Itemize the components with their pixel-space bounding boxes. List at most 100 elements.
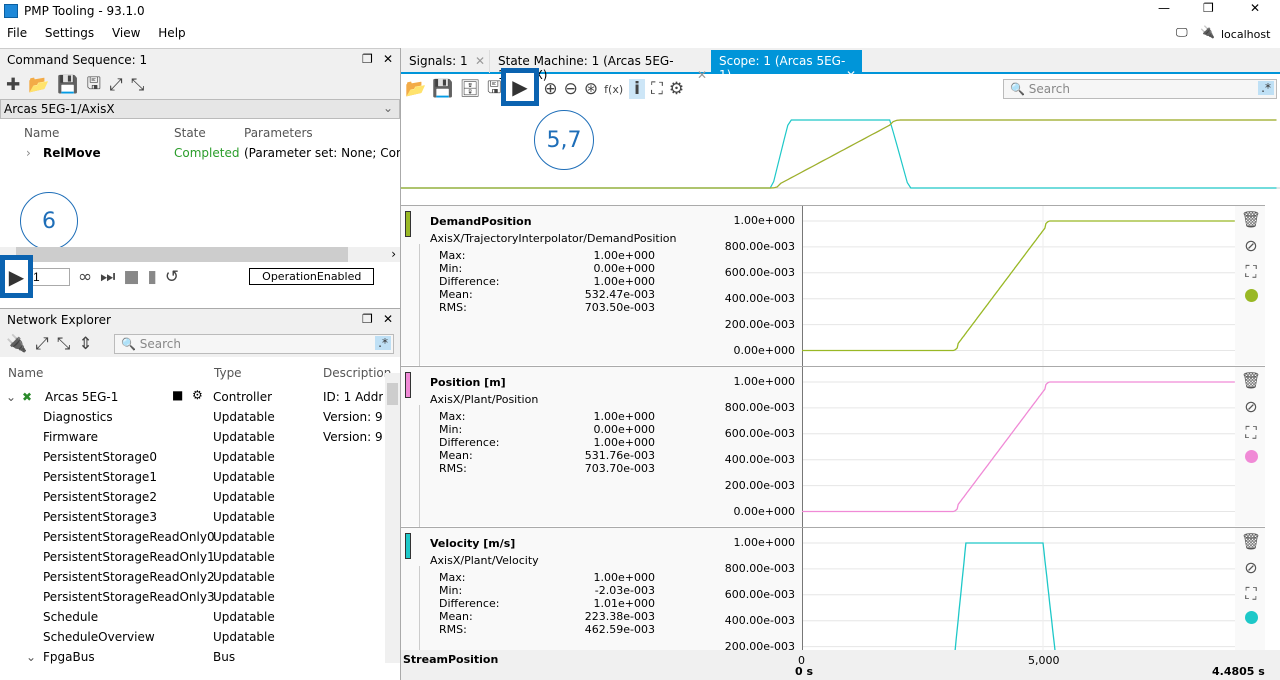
list-item[interactable]: PersistentStorage0 Updatable xyxy=(0,447,384,467)
signal-color-swatch[interactable] xyxy=(405,211,411,237)
save-all-icon[interactable]: 🗄 xyxy=(459,79,481,99)
overview-plot[interactable] xyxy=(401,104,1280,202)
function-icon[interactable]: f(x) xyxy=(604,83,623,96)
scope-search-input[interactable]: 🔍 Search .* xyxy=(1003,79,1277,99)
network-header: Name Type Description xyxy=(0,363,400,387)
add-icon[interactable]: ✚ xyxy=(6,75,20,95)
close-icon[interactable]: ✕ xyxy=(383,312,393,326)
info-icon[interactable]: i xyxy=(629,79,645,99)
binoculars-icon[interactable]: ⛶ xyxy=(651,79,663,99)
list-item[interactable]: PersistentStorage2 Updatable xyxy=(0,487,384,507)
expand-icon[interactable]: ⤢ xyxy=(109,75,123,95)
zoom-in-icon[interactable]: ⊕ xyxy=(543,79,557,99)
list-item[interactable]: Firmware Updatable Version: 93. xyxy=(0,427,384,447)
col-parameters[interactable]: Parameters xyxy=(244,126,313,140)
repeat-count-input[interactable] xyxy=(30,267,70,286)
hide-icon[interactable]: ⊘ xyxy=(1244,236,1257,255)
menu-file[interactable]: File xyxy=(7,26,27,40)
regex-toggle[interactable]: .* xyxy=(1258,81,1274,95)
list-item[interactable]: PersistentStorageReadOnly0 Updatable xyxy=(0,527,384,547)
list-item[interactable]: PersistentStorage1 Updatable xyxy=(0,467,384,487)
signal-color-swatch[interactable] xyxy=(405,533,411,559)
signal-plot[interactable] xyxy=(802,367,1235,527)
expand-icon[interactable]: ⤢ xyxy=(35,334,49,354)
color-dot-icon[interactable] xyxy=(1244,289,1258,302)
restore-button[interactable]: ❐ xyxy=(1203,1,1214,15)
zoom-out-icon[interactable]: ⊖ xyxy=(564,79,578,99)
reset-icon[interactable]: ↺ xyxy=(165,267,179,287)
tab-scope[interactable]: Scope: 1 (Arcas 5EG-1) ✕ xyxy=(711,50,862,82)
col-name[interactable]: Name xyxy=(24,126,59,140)
menu-settings[interactable]: Settings xyxy=(45,26,94,40)
list-item[interactable]: PersistentStorageReadOnly3 Updatable xyxy=(0,587,384,607)
menu-view[interactable]: View xyxy=(112,26,140,40)
tab-signals[interactable]: Signals: 1 ✕ xyxy=(401,50,489,73)
search-input[interactable]: 🔍 Search .* xyxy=(114,334,394,354)
save-as-icon[interactable]: 🖫 xyxy=(487,75,501,104)
y-tick: 1.00e+000 xyxy=(733,536,795,549)
zoom-fit-icon[interactable]: ⊛ xyxy=(584,79,598,99)
minimize-button[interactable]: — xyxy=(1158,1,1170,15)
item-type: Updatable xyxy=(213,570,275,584)
list-item[interactable]: PersistentStorageReadOnly1 Updatable xyxy=(0,547,384,567)
abort-icon[interactable]: ▮ xyxy=(148,267,157,287)
hide-icon[interactable]: ⊘ xyxy=(1244,397,1257,416)
list-item[interactable]: PersistentStorageReadOnly2 Updatable xyxy=(0,567,384,587)
open-icon[interactable]: 📂 xyxy=(28,75,49,95)
col-name[interactable]: Name xyxy=(8,366,43,380)
color-dot-icon[interactable] xyxy=(1244,450,1258,463)
sort-icon[interactable]: ⇕ xyxy=(78,334,92,354)
color-dot-icon[interactable] xyxy=(1244,611,1258,624)
signal-color-swatch[interactable] xyxy=(405,372,411,398)
monitor-icon[interactable]: 🖵 xyxy=(1176,25,1188,40)
settings-icon[interactable]: ⚙ xyxy=(192,388,203,402)
close-button[interactable]: ✕ xyxy=(1250,1,1260,15)
chevron-right-icon[interactable]: › xyxy=(26,146,31,160)
close-icon[interactable]: ✕ xyxy=(383,52,393,66)
horizontal-scrollbar[interactable]: › xyxy=(0,247,400,262)
axis-select[interactable]: Arcas 5EG-1/AxisX ⌄ xyxy=(0,99,400,119)
list-item[interactable]: Diagnostics Updatable Version: 93. xyxy=(0,407,384,427)
loop-icon[interactable]: ∞ xyxy=(78,267,92,287)
save-as-icon[interactable]: 🖫 xyxy=(87,71,101,100)
collapse-icon[interactable]: ⤡ xyxy=(57,334,71,354)
stop-icon[interactable]: ■ xyxy=(123,267,139,287)
trash-icon[interactable]: 🗑 xyxy=(1241,532,1261,551)
menu-help[interactable]: Help xyxy=(158,26,185,40)
col-state[interactable]: State xyxy=(174,126,206,140)
run-sequence-button[interactable]: ▶ xyxy=(0,255,33,298)
open-icon[interactable]: 📂 xyxy=(405,79,426,99)
list-item[interactable]: PersistentStorage3 Updatable xyxy=(0,507,384,527)
hide-icon[interactable]: ⊘ xyxy=(1244,558,1257,577)
step-icon[interactable]: ⏭ xyxy=(100,267,115,287)
x-axis-bar: StreamPosition 0 5,000 0 s 4.4805 s xyxy=(401,650,1280,680)
regex-toggle[interactable]: .* xyxy=(375,336,391,350)
list-item[interactable]: Schedule Updatable xyxy=(0,607,384,627)
list-item[interactable]: ⌄ ✖ ■ ⚙ Arcas 5EG-1 Controller ID: 1 Addr: xyxy=(0,387,384,407)
chevron-down-icon[interactable]: ⌄ xyxy=(6,390,16,404)
sequence-row[interactable]: › RelMove Completed (Parameter set: None… xyxy=(0,145,400,165)
save-icon[interactable]: 💾 xyxy=(432,79,453,99)
binoculars-icon[interactable]: ⛶ xyxy=(1245,262,1256,282)
plug-icon[interactable]: 🔌 xyxy=(6,334,27,354)
binoculars-icon[interactable]: ⛶ xyxy=(1245,423,1256,443)
start-scope-button[interactable]: ▶ xyxy=(501,68,539,106)
vertical-scrollbar[interactable] xyxy=(385,373,400,663)
close-icon[interactable]: ✕ xyxy=(475,54,485,68)
binoculars-icon[interactable]: ⛶ xyxy=(1245,584,1256,604)
float-icon[interactable]: ❐ xyxy=(362,52,373,66)
save-icon[interactable]: 💾 xyxy=(57,75,78,95)
list-item[interactable]: ScheduleOverview Updatable xyxy=(0,627,384,647)
chevron-down-icon[interactable]: ⌄ xyxy=(26,650,36,664)
collapse-icon[interactable]: ⤡ xyxy=(131,75,145,95)
signal-plot[interactable] xyxy=(802,206,1235,366)
trash-icon[interactable]: 🗑 xyxy=(1241,210,1261,229)
float-icon[interactable]: ❐ xyxy=(362,312,373,326)
col-type[interactable]: Type xyxy=(214,366,242,380)
col-description[interactable]: Description xyxy=(323,366,391,380)
trash-icon[interactable]: 🗑 xyxy=(1241,371,1261,390)
list-item[interactable]: ⌄ FpgaBus Bus xyxy=(0,647,384,667)
settings-icon[interactable]: ⚙ xyxy=(669,79,684,99)
stop-icon[interactable]: ■ xyxy=(172,388,183,402)
signal-plot[interactable] xyxy=(802,528,1235,651)
